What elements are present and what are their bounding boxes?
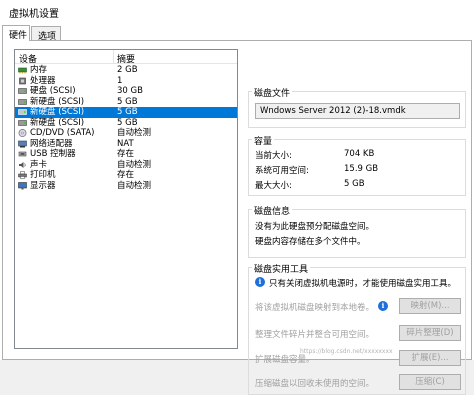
device-name: 打印机 — [30, 170, 56, 180]
device-name: USB 控制器 — [30, 149, 76, 159]
map-button[interactable]: 映射(M)... — [399, 298, 461, 314]
disk-info-line-2: 硬盘内容存储在多个文件中。 — [255, 237, 366, 247]
hard-disk-icon — [18, 119, 27, 126]
device-summary: NAT — [117, 138, 134, 149]
hard-disk-icon — [18, 88, 27, 94]
device-row-hard-disk[interactable]: 硬盘 (SCSI) 30 GB — [15, 86, 237, 97]
disk-info-group: 磁盘信息 没有为此硬盘预分配磁盘空间。 硬盘内容存储在多个文件中。 — [248, 204, 466, 258]
device-summary: 5 GB — [117, 107, 138, 117]
free-space-value: 15.9 GB — [344, 164, 379, 174]
device-row-network-adapter[interactable]: 网络适配器 NAT — [15, 139, 237, 150]
disk-file-label: 磁盘文件 — [252, 86, 293, 99]
device-list-header: 设备 摘要 — [15, 50, 237, 65]
max-size-value: 5 GB — [344, 179, 365, 189]
watermark: https://blog.csdn.net/xxxxxxxx — [300, 348, 393, 355]
info-icon: i — [255, 277, 265, 287]
expand-button[interactable]: 扩展(E)... — [399, 350, 461, 366]
device-summary: 自动检测 — [117, 180, 152, 191]
usb-icon — [18, 151, 27, 157]
device-row-processor[interactable]: 处理器 1 — [15, 76, 237, 87]
tab-hardware[interactable]: 硬件 — [2, 25, 30, 41]
compact-button[interactable]: 压缩(C) — [399, 374, 461, 390]
device-name: CD/DVD (SATA) — [30, 128, 95, 138]
device-row-printer[interactable]: 打印机 存在 — [15, 170, 237, 181]
device-row-display[interactable]: 显示器 自动检测 — [15, 181, 237, 192]
compact-description: 压缩磁盘以回收未使用的空间。 — [255, 379, 375, 389]
device-name: 新硬盘 (SCSI) — [30, 107, 85, 117]
device-summary: 1 — [117, 75, 123, 86]
max-size-label: 最大大小: — [255, 181, 292, 191]
device-row-new-hard-disk-selected[interactable]: 新硬盘 (SCSI) 5 GB — [15, 107, 237, 118]
device-summary: 5 GB — [117, 96, 138, 107]
capacity-label: 容量 — [252, 134, 275, 147]
device-row-sound-card[interactable]: 声卡 自动检测 — [15, 160, 237, 171]
disk-file-group: 磁盘文件 Wndows Server 2012 (2)-18.vmdk — [248, 86, 466, 128]
device-name: 声卡 — [30, 159, 48, 170]
device-summary: 存在 — [117, 170, 135, 180]
cd-dvd-icon — [18, 129, 27, 137]
capacity-group: 容量 当前大小: 704 KB 系统可用空间: 15.9 GB 最大大小: 5 … — [248, 134, 466, 196]
device-name: 内存 — [30, 65, 48, 75]
disk-info-label: 磁盘信息 — [252, 204, 293, 217]
column-header-summary[interactable]: 摘要 — [117, 52, 135, 65]
device-list[interactable]: 设备 摘要 内存 2 GB 处理器 1 硬盘 (SCSI) 30 GB 新硬盘 … — [14, 49, 238, 349]
device-summary: 自动检测 — [117, 128, 152, 138]
disk-file-field[interactable]: Wndows Server 2012 (2)-18.vmdk — [255, 103, 460, 119]
vm-settings-window: 虚拟机设置 硬件 选项 设备 摘要 内存 2 GB 处理器 1 硬盘 (SCSI… — [0, 0, 474, 395]
device-summary: 30 GB — [117, 86, 143, 96]
memory-icon — [18, 67, 27, 74]
display-icon — [18, 181, 27, 189]
device-name: 网络适配器 — [30, 138, 73, 149]
device-row-new-hard-disk[interactable]: 新硬盘 (SCSI) 5 GB — [15, 118, 237, 129]
device-name: 处理器 — [30, 75, 56, 86]
disk-utilities-group: 磁盘实用工具 i 只有关闭虚拟机电源时，才能使用磁盘实用工具。 将该虚拟机磁盘映… — [248, 262, 466, 395]
defragment-button[interactable]: 碎片整理(D) — [399, 325, 461, 341]
sound-card-icon — [19, 161, 26, 168]
window-title: 虚拟机设置 — [9, 9, 59, 20]
utilities-notice: 只有关闭虚拟机电源时，才能使用磁盘实用工具。 — [269, 279, 457, 289]
column-header-device[interactable]: 设备 — [19, 52, 37, 65]
device-name: 显示器 — [30, 180, 56, 191]
current-size-value: 704 KB — [344, 149, 375, 159]
network-adapter-icon — [18, 140, 27, 147]
device-summary: 2 GB — [117, 65, 138, 75]
tab-options[interactable]: 选项 — [31, 26, 61, 42]
disk-utilities-label: 磁盘实用工具 — [252, 262, 311, 275]
hard-disk-icon — [18, 109, 27, 115]
device-summary: 5 GB — [117, 117, 138, 128]
title-bar: 虚拟机设置 — [0, 0, 474, 22]
device-name: 新硬盘 (SCSI) — [30, 96, 85, 107]
device-row-cd-dvd[interactable]: CD/DVD (SATA) 自动检测 — [15, 128, 237, 139]
map-description: 将该虚拟机磁盘映射到本地卷。 — [255, 303, 375, 313]
cpu-icon — [19, 77, 26, 84]
defrag-description: 整理文件碎片并整合可用空间。 — [255, 330, 375, 340]
device-row-usb-controller[interactable]: USB 控制器 存在 — [15, 149, 237, 160]
disk-info-line-1: 没有为此硬盘预分配磁盘空间。 — [255, 222, 375, 232]
device-summary: 自动检测 — [117, 159, 152, 170]
column-divider[interactable] — [113, 50, 114, 64]
info-icon: i — [378, 301, 388, 311]
device-name: 硬盘 (SCSI) — [30, 86, 76, 96]
device-row-new-hard-disk[interactable]: 新硬盘 (SCSI) 5 GB — [15, 97, 237, 108]
current-size-label: 当前大小: — [255, 151, 292, 161]
device-summary: 存在 — [117, 149, 135, 159]
hardware-panel: 设备 摘要 内存 2 GB 处理器 1 硬盘 (SCSI) 30 GB 新硬盘 … — [2, 40, 472, 395]
free-space-label: 系统可用空间: — [255, 166, 309, 176]
printer-icon — [18, 171, 27, 179]
hard-disk-icon — [18, 98, 27, 105]
device-row-memory[interactable]: 内存 2 GB — [15, 65, 237, 76]
device-name: 新硬盘 (SCSI) — [30, 117, 85, 128]
